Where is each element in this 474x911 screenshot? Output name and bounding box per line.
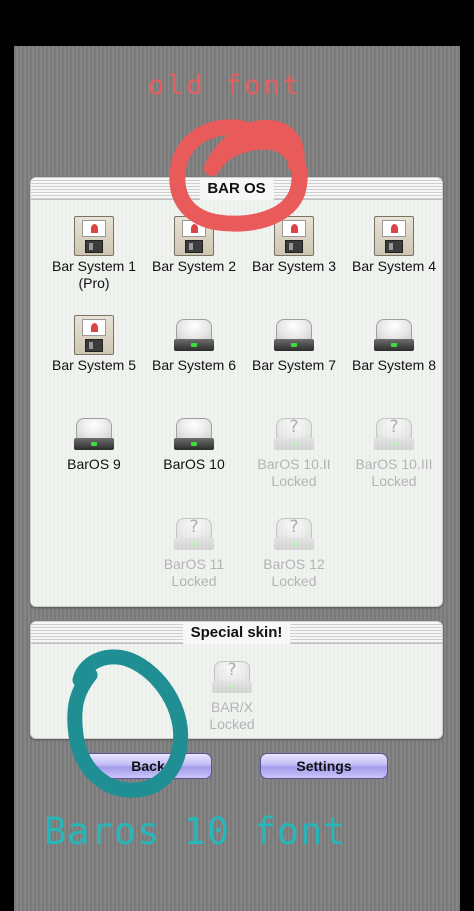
back-button[interactable]: Back xyxy=(84,753,212,779)
locked-disk-icon: ? xyxy=(173,516,215,554)
skin-baros-12-locked[interactable]: ? BarOS 12 Locked xyxy=(244,516,344,590)
skin-bar-system-3[interactable]: Bar System 3 xyxy=(244,216,344,275)
floppy-disk-icon xyxy=(174,216,214,256)
bar-os-window: BAR OS Bar System 1 (Pro) Bar System 2 B… xyxy=(30,177,443,607)
skin-label: Bar System 3 xyxy=(251,258,337,274)
skin-label: BarOS 10.III xyxy=(355,456,433,472)
skin-bar-system-2[interactable]: Bar System 2 xyxy=(144,216,244,275)
skin-label: BAR/X xyxy=(210,699,253,715)
skin-label: BarOS 10 xyxy=(163,456,225,472)
skin-bar-system-6[interactable]: Bar System 6 xyxy=(144,317,244,374)
window-title: BAR OS xyxy=(199,178,274,200)
hard-disk-icon xyxy=(173,317,215,355)
skin-bar-system-4[interactable]: Bar System 4 xyxy=(344,216,442,275)
skin-label: Bar System 7 xyxy=(251,357,337,373)
skin-label: BarOS 12 xyxy=(263,556,325,572)
locked-disk-icon: ? xyxy=(273,516,315,554)
skin-label: BarOS 10.II xyxy=(257,456,331,472)
skin-label: BarOS 11 xyxy=(163,556,225,572)
skin-label: Bar System 5 xyxy=(51,357,137,373)
window-titlebar: BAR OS xyxy=(31,178,442,200)
locked-disk-icon: ? xyxy=(273,416,315,454)
old-font-annotation: old font xyxy=(148,70,303,101)
locked-label: Locked xyxy=(171,573,217,589)
hard-disk-icon xyxy=(73,416,115,454)
skin-label: Bar System 6 xyxy=(151,357,237,373)
skin-label: Bar System 2 xyxy=(151,258,237,274)
skin-sublabel: (Pro) xyxy=(78,275,110,291)
floppy-disk-icon xyxy=(274,216,314,256)
hard-disk-icon xyxy=(173,416,215,454)
skin-label: BarOS 9 xyxy=(67,456,121,472)
skin-bar-system-1[interactable]: Bar System 1 (Pro) xyxy=(44,216,144,292)
skin-bar-system-5[interactable]: Bar System 5 xyxy=(44,315,144,374)
window-titlebar: Special skin! xyxy=(31,622,442,644)
hard-disk-icon xyxy=(373,317,415,355)
locked-label: Locked xyxy=(371,473,417,489)
hard-disk-icon xyxy=(273,317,315,355)
baros-font-annotation: Baros 10 font xyxy=(44,810,347,853)
floppy-disk-icon xyxy=(74,315,114,355)
locked-disk-icon: ? xyxy=(211,659,253,697)
window-title: Special skin! xyxy=(182,622,291,644)
locked-label: Locked xyxy=(209,716,255,732)
skin-baros-10-ii-locked[interactable]: ? BarOS 10.II Locked xyxy=(244,416,344,490)
skin-label: Bar System 4 xyxy=(351,258,437,274)
skin-bar-x-locked[interactable]: ? BAR/X Locked xyxy=(182,659,282,733)
special-skin-window: Special skin! ? BAR/X Locked xyxy=(30,621,443,739)
skin-baros-10[interactable]: BarOS 10 xyxy=(144,416,244,473)
floppy-disk-icon xyxy=(374,216,414,256)
locked-disk-icon: ? xyxy=(373,416,415,454)
settings-button[interactable]: Settings xyxy=(260,753,388,779)
skin-label: Bar System 8 xyxy=(351,357,437,373)
skin-label: Bar System 1 xyxy=(51,258,137,274)
locked-label: Locked xyxy=(271,573,317,589)
skin-bar-system-8[interactable]: Bar System 8 xyxy=(344,317,442,374)
floppy-disk-icon xyxy=(74,216,114,256)
skin-baros-11-locked[interactable]: ? BarOS 11 Locked xyxy=(144,516,244,590)
locked-label: Locked xyxy=(271,473,317,489)
skin-baros-9[interactable]: BarOS 9 xyxy=(44,416,144,473)
skin-bar-system-7[interactable]: Bar System 7 xyxy=(244,317,344,374)
special-skin-grid: ? BAR/X Locked xyxy=(31,644,442,738)
skin-baros-10-iii-locked[interactable]: ? BarOS 10.III Locked xyxy=(344,416,442,490)
skin-grid: Bar System 1 (Pro) Bar System 2 Bar Syst… xyxy=(31,200,442,606)
